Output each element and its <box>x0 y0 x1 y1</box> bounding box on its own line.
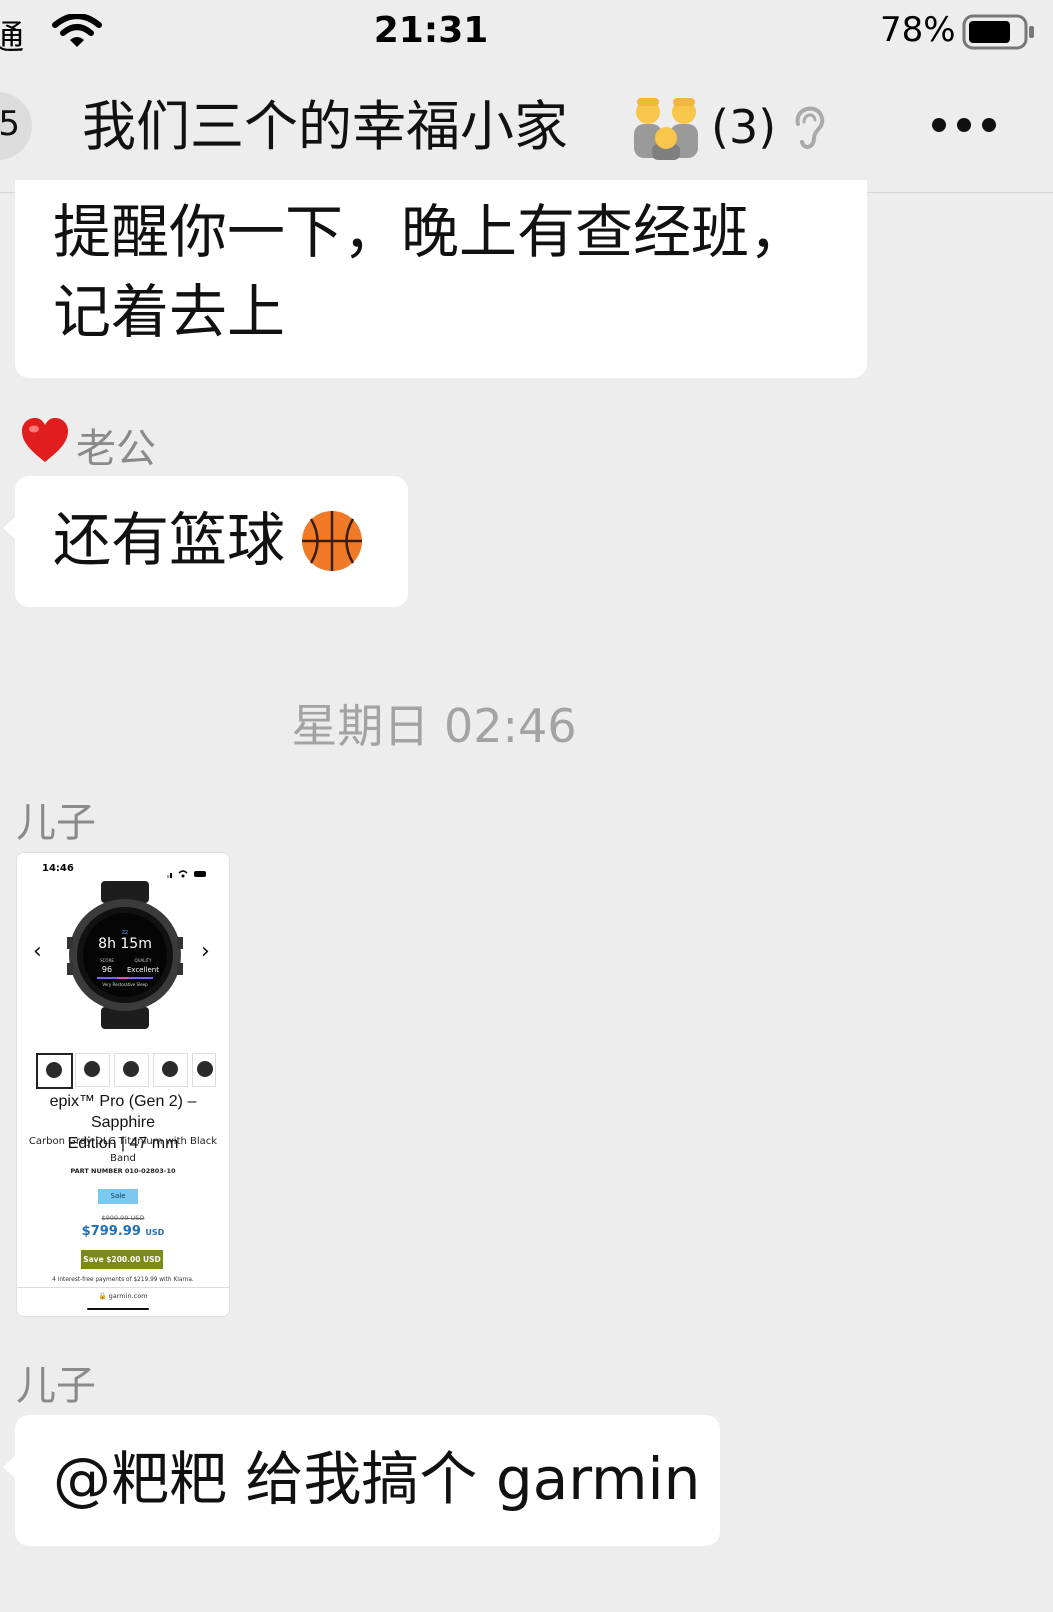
message-bubble[interactable]: @粑粑 给我搞个 garmin <box>3 1415 720 1546</box>
heart-icon <box>20 416 70 476</box>
watch-score-label: SCORE <box>100 958 114 963</box>
bubble-tail <box>3 516 16 540</box>
ear-icon <box>790 102 826 156</box>
back-button[interactable]: 5 <box>0 92 32 160</box>
watch-score: 96 <box>102 965 112 974</box>
screenshot-time: 14:46 <box>42 863 74 874</box>
message-line: 记着去上 <box>53 278 286 346</box>
sender-name: 老公 <box>76 426 156 472</box>
message-bubble[interactable]: 提醒你一下，晚上有查经班， 记着去上 <box>15 180 867 378</box>
thumbnail <box>36 1053 73 1089</box>
watch-image: zz 8h 15m SCORE QUALITY 96 Excellent Ver… <box>65 881 185 1035</box>
message-line: 提醒你一下，晚上有查经班， <box>53 198 808 266</box>
more-dot <box>982 118 996 132</box>
chat-header: 5 我们三个的幸福小家 (3) <box>0 70 1053 193</box>
status-bar: 通 21:31 78% <box>0 0 1053 70</box>
product-subtitle: Carbon Gray DLC Titanium with Black Band <box>25 1133 221 1167</box>
thumbnail-strip <box>24 1053 222 1089</box>
message-text: 提醒你一下，晚上有查经班， 记着去上 <box>53 192 853 352</box>
chevron-right-icon: › <box>201 939 210 964</box>
klarna-note: 4 interest-free payments of $219.99 with… <box>52 1277 194 1283</box>
more-dots-icon <box>932 118 946 132</box>
more-dot <box>957 118 971 132</box>
sender-name: 儿子 <box>16 800 96 846</box>
part-number: PART NUMBER 010-02803-10 <box>70 1167 176 1175</box>
message-text: 还有篮球 <box>53 506 286 574</box>
thumbnail <box>192 1053 216 1087</box>
watch-sleep-icon: zz <box>122 929 128 936</box>
chevron-left-icon: ‹ <box>33 939 42 964</box>
image-message[interactable]: 14:46 ‹ › zz 8h 15m SCORE QUALITY 96 Exc… <box>16 852 230 1317</box>
basketball-icon <box>300 509 364 577</box>
watch-sleep-time: 8h 15m <box>98 936 152 952</box>
price-value: $799.99 <box>81 1224 141 1239</box>
home-indicator <box>87 1308 149 1310</box>
clock: 21:31 <box>373 10 489 51</box>
sale-badge: Sale <box>98 1189 138 1204</box>
url-text: garmin.com <box>108 1292 148 1300</box>
product-title-line: epix™ Pro (Gen 2) – Sapphire <box>49 1093 197 1131</box>
chat-screen: 通 21:31 78% 5 我们三个的幸福小家 (3) 提醒你一下，晚上有查经班… <box>0 0 1053 1612</box>
thumbnail <box>153 1053 188 1087</box>
price: $799.99 USD <box>17 1224 229 1239</box>
product-subtitle-line: Carbon Gray DLC Titanium with Black <box>28 1136 218 1147</box>
lock-icon: 🔒 <box>98 1292 107 1300</box>
save-badge: Save $200.00 USD <box>81 1250 163 1269</box>
page-url: 🔒 garmin.com <box>17 1292 229 1300</box>
family-emoji-icon <box>632 94 702 164</box>
timestamp: 星期日 02:46 <box>291 699 577 753</box>
watch-quality: Excellent <box>127 966 159 974</box>
thumbnail <box>114 1053 149 1087</box>
battery-icon <box>962 14 1036 54</box>
sender-name: 儿子 <box>16 1363 96 1409</box>
watch-quality-label: QUALITY <box>134 958 152 963</box>
product-subtitle-line: Band <box>110 1153 136 1164</box>
message-text: @粑粑 给我搞个 garmin <box>53 1445 701 1513</box>
message-bubble[interactable]: 还有篮球 <box>3 476 408 607</box>
battery-percent: 78% <box>880 10 956 50</box>
more-button[interactable] <box>928 114 1002 138</box>
watch-caption: Very Restorative Sleep <box>102 982 148 987</box>
member-count: (3) <box>711 100 777 154</box>
divider <box>17 1287 229 1288</box>
chat-title: 我们三个的幸福小家 <box>82 95 568 158</box>
price-currency: USD <box>145 1228 165 1237</box>
thumbnail <box>75 1053 110 1087</box>
bubble-tail <box>3 1455 16 1479</box>
unread-count: 5 <box>0 104 20 144</box>
old-price: $999.99 USD <box>101 1214 145 1222</box>
